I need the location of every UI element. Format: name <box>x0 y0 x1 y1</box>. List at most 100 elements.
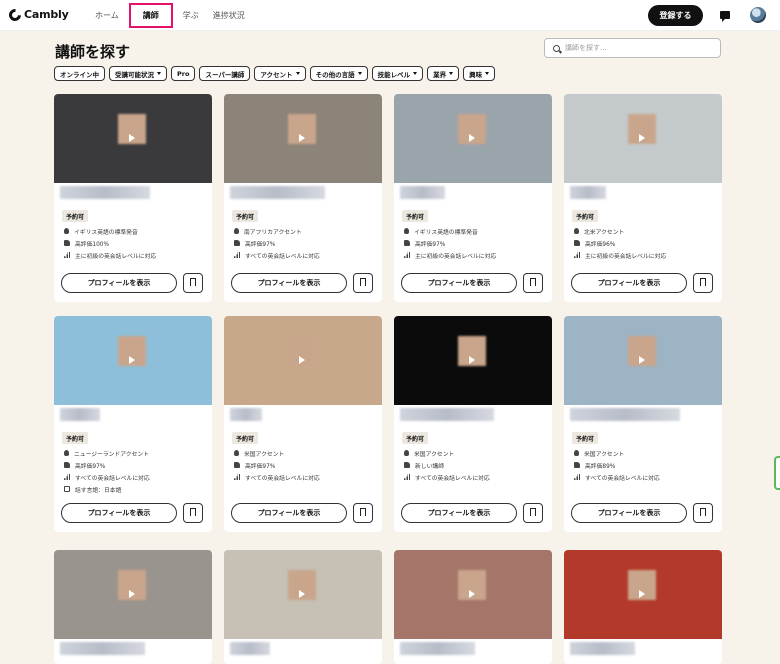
tutor-card[interactable] <box>224 550 382 664</box>
play-icon[interactable] <box>469 356 475 364</box>
accent-icon <box>234 228 239 234</box>
message-icon[interactable] <box>720 11 730 22</box>
tutor-feature-text: 米国アクセント <box>584 451 625 458</box>
tutor-card[interactable]: 予約可 南アフリカアクセント 高評価97% すべての英会話レベルに対応 プロフィールを表… <box>224 94 382 302</box>
thumbs-up-icon <box>64 240 70 246</box>
save-tutor-button[interactable] <box>523 503 543 523</box>
play-icon[interactable] <box>129 134 135 142</box>
tutor-card[interactable]: 予約可 ニュージーランドアクセント 高評価97% すべての英会話レベルに対応 話す言語：… <box>54 316 212 532</box>
play-icon[interactable] <box>299 590 305 598</box>
tutor-card[interactable] <box>564 550 722 664</box>
nav-tutors[interactable]: 講師 <box>128 3 173 28</box>
tutor-feature-text: 南アフリカアクセント <box>244 229 302 236</box>
tutor-feature: すべての英会話レベルに対応 <box>234 472 320 482</box>
filter-chip[interactable]: 興味 <box>463 66 496 81</box>
cambly-logo[interactable]: Cambly <box>6 6 69 23</box>
play-icon[interactable] <box>129 356 135 364</box>
filter-chip[interactable]: 業界 <box>427 66 460 81</box>
tutor-feature-text: 米国アクセント <box>244 451 285 458</box>
nav-learn[interactable]: 学ぶ <box>176 10 206 21</box>
save-tutor-button[interactable] <box>693 273 713 293</box>
save-tutor-button[interactable] <box>183 273 203 293</box>
tutor-video-thumbnail[interactable] <box>394 550 552 639</box>
filter-chip-label: 業界 <box>433 70 447 79</box>
save-tutor-button[interactable] <box>693 503 713 523</box>
thumbs-up-icon <box>404 462 410 468</box>
tutor-feature: 米国アクセント <box>574 448 624 458</box>
tutor-video-thumbnail[interactable] <box>224 550 382 639</box>
play-icon[interactable] <box>129 590 135 598</box>
play-icon[interactable] <box>639 134 645 142</box>
save-tutor-button[interactable] <box>523 273 543 293</box>
filter-chip[interactable]: スーパー講師 <box>199 66 251 81</box>
tutor-card[interactable]: 予約可 米国アクセント 新しい講師 すべての英会話レベルに対応 プロフィールを表示 <box>394 316 552 532</box>
play-icon[interactable] <box>299 134 305 142</box>
tutor-video-thumbnail[interactable] <box>394 316 552 405</box>
tutor-name-redacted <box>570 186 606 199</box>
accent-icon <box>404 450 409 456</box>
tutor-card[interactable]: 予約可 米国アクセント 高評価97% すべての英会話レベルに対応 プロフィールを表示 <box>224 316 382 532</box>
tutor-feature: 新しい講師 <box>404 460 444 470</box>
tutor-card[interactable]: 予約可 イギリス英語の標準発音 高評価100% 主に初級の英会話レベルに対応 プロフィー… <box>54 94 212 302</box>
tutor-video-thumbnail[interactable] <box>564 316 722 405</box>
tutor-feature-text: 新しい講師 <box>415 463 444 470</box>
chevron-down-icon <box>449 72 454 75</box>
tutor-video-thumbnail[interactable] <box>394 94 552 183</box>
filter-chip[interactable]: アクセント <box>254 66 306 81</box>
search-input[interactable]: 講師を探す... <box>544 38 721 58</box>
tutor-video-thumbnail[interactable] <box>54 550 212 639</box>
accent-icon <box>574 228 579 234</box>
bookable-badge: 予約可 <box>62 210 89 222</box>
view-profile-button[interactable]: プロフィールを表示 <box>231 273 347 293</box>
save-tutor-button[interactable] <box>183 503 203 523</box>
view-profile-button[interactable]: プロフィールを表示 <box>401 503 517 523</box>
tutor-video-thumbnail[interactable] <box>54 94 212 183</box>
filter-chip[interactable]: その他の言語 <box>309 66 368 81</box>
bookable-badge: 予約可 <box>232 432 259 444</box>
save-tutor-button[interactable] <box>353 503 373 523</box>
save-tutor-button[interactable] <box>353 273 373 293</box>
filter-chip[interactable]: 受講可能状況 <box>109 66 167 81</box>
view-profile-button[interactable]: プロフィールを表示 <box>61 273 177 293</box>
tutor-video-thumbnail[interactable] <box>564 94 722 183</box>
user-avatar[interactable] <box>750 7 766 23</box>
view-profile-button[interactable]: プロフィールを表示 <box>571 273 687 293</box>
level-icon <box>574 252 580 258</box>
tutor-feature: すべての英会話レベルに対応 <box>404 472 490 482</box>
tutor-video-thumbnail[interactable] <box>54 316 212 405</box>
bookable-badge: 予約可 <box>572 432 599 444</box>
tutor-card[interactable]: 予約可 北米アクセント 高評価96% 主に初級の英会話レベルに対応 プロフィールを表示 <box>564 94 722 302</box>
filter-chip[interactable]: オンライン中 <box>54 66 105 81</box>
play-icon[interactable] <box>639 590 645 598</box>
tutor-card[interactable]: 予約可 イギリス英語の標準発音 高評価97% 主に初級の英会話レベルに対応 プロフィール… <box>394 94 552 302</box>
play-icon[interactable] <box>469 590 475 598</box>
tutor-video-thumbnail[interactable] <box>224 94 382 183</box>
play-icon[interactable] <box>469 134 475 142</box>
signup-button[interactable]: 登録する <box>648 5 703 26</box>
tutor-feature-text: すべての英会話レベルに対応 <box>75 475 150 482</box>
view-profile-button[interactable]: プロフィールを表示 <box>61 503 177 523</box>
tutor-video-thumbnail[interactable] <box>224 316 382 405</box>
tutor-card[interactable] <box>394 550 552 664</box>
tutor-card[interactable]: 予約可 米国アクセント 高評価89% すべての英会話レベルに対応 プロフィールを表示 <box>564 316 722 532</box>
tutor-feature-text: すべての英会話レベルに対応 <box>585 475 660 482</box>
accent-icon <box>64 228 69 234</box>
view-profile-button[interactable]: プロフィールを表示 <box>401 273 517 293</box>
play-icon[interactable] <box>639 356 645 364</box>
tutor-feature-text: 高評価96% <box>585 241 616 248</box>
nav-home[interactable]: ホーム <box>88 10 126 21</box>
search-placeholder: 講師を探す... <box>565 44 607 52</box>
side-feedback-tab[interactable] <box>774 456 780 490</box>
play-icon[interactable] <box>299 356 305 364</box>
nav-progress[interactable]: 進捗状況 <box>206 10 252 21</box>
tutor-card[interactable] <box>54 550 212 664</box>
tutor-feature: 高評価97% <box>234 238 275 248</box>
filter-chip[interactable]: 技能レベル <box>371 66 424 81</box>
view-profile-button[interactable]: プロフィールを表示 <box>571 503 687 523</box>
tutor-feature: 米国アクセント <box>234 448 284 458</box>
view-profile-button[interactable]: プロフィールを表示 <box>231 503 347 523</box>
filter-chip-label: 受講可能状況 <box>115 70 154 79</box>
bookmark-icon <box>530 508 536 519</box>
tutor-video-thumbnail[interactable] <box>564 550 722 639</box>
filter-chip[interactable]: Pro <box>171 66 196 81</box>
